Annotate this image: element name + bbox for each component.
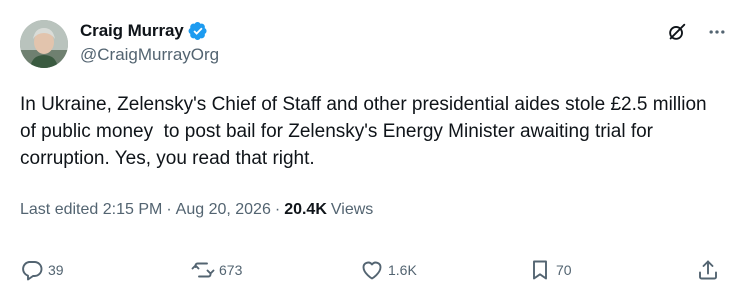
- action-bar: 39 673 1.6K 70: [20, 258, 725, 288]
- like-icon: [362, 261, 382, 280]
- like-button[interactable]: 1.6K: [360, 258, 417, 282]
- more-icon[interactable]: [705, 20, 729, 44]
- tweet-text: In Ukraine, Zelensky's Chief of Staff an…: [20, 94, 712, 169]
- repost-button[interactable]: 673: [191, 258, 242, 282]
- handle[interactable]: @CraigMurrayOrg: [80, 45, 219, 65]
- share-button[interactable]: [696, 258, 720, 282]
- bookmark-count: 70: [556, 262, 572, 278]
- tweet-date[interactable]: Aug 20, 2026: [176, 201, 271, 219]
- reply-icon: [22, 261, 43, 281]
- reply-button[interactable]: 39: [20, 258, 64, 282]
- bookmark-button[interactable]: 70: [528, 258, 572, 282]
- grok-icon[interactable]: [665, 20, 689, 44]
- tweet-meta: Last edited 2:15 PM · Aug 20, 2026 · 20.4K Vi…: [20, 201, 373, 219]
- display-name[interactable]: Craig Murray: [80, 21, 184, 41]
- author-block: Craig Murray @CraigMurrayOrg: [80, 20, 219, 65]
- share-icon: [699, 260, 717, 280]
- tweet-card: Craig Murray @CraigMurrayOrg In Ukraine,…: [0, 0, 749, 303]
- repost-icon: [191, 262, 215, 278]
- like-count: 1.6K: [388, 262, 417, 278]
- views-count[interactable]: 20.4K: [284, 201, 327, 219]
- verified-badge-icon: [188, 21, 208, 41]
- repost-count: 673: [219, 262, 243, 278]
- top-actions: [665, 20, 729, 44]
- edited-label[interactable]: Last edited: [20, 201, 98, 219]
- reply-count: 39: [48, 262, 64, 278]
- views-label[interactable]: Views: [331, 201, 373, 219]
- avatar[interactable]: [20, 20, 68, 68]
- meta-separator-2: ·: [274, 201, 281, 218]
- bookmark-icon: [533, 260, 547, 280]
- tweet-time[interactable]: 2:15 PM: [103, 201, 163, 219]
- meta-separator: ·: [166, 201, 172, 218]
